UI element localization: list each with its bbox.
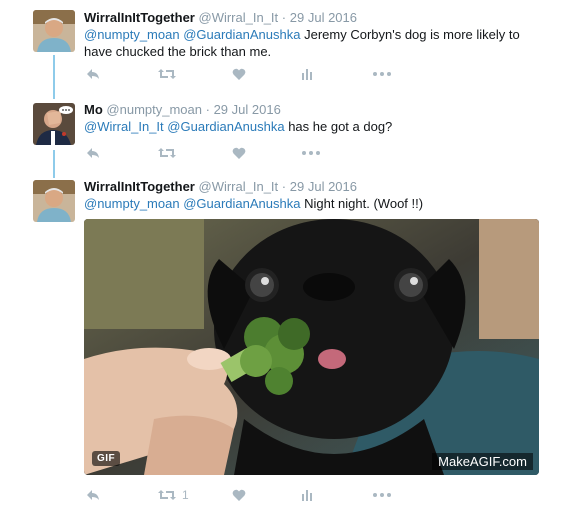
more-dots-icon bbox=[302, 151, 320, 155]
gif-media[interactable]: GIF MakeAGIF.com bbox=[84, 219, 539, 475]
mention-link[interactable]: @numpty_moan bbox=[84, 196, 180, 211]
tweet-text: @numpty_moan @GuardianAnushka Jeremy Cor… bbox=[84, 26, 534, 60]
timestamp[interactable]: 29 Jul 2016 bbox=[290, 179, 357, 194]
username[interactable]: @numpty_moan bbox=[106, 102, 202, 117]
more-button[interactable] bbox=[373, 486, 391, 504]
tweet-text-body: has he got a dog? bbox=[284, 119, 393, 134]
separator: · bbox=[281, 179, 287, 194]
gif-watermark: MakeAGIF.com bbox=[432, 453, 533, 470]
display-name[interactable]: Mo bbox=[84, 102, 103, 117]
separator: · bbox=[205, 102, 210, 117]
mention-link[interactable]: @GuardianAnushka bbox=[183, 27, 300, 42]
avatar[interactable] bbox=[33, 180, 75, 222]
tweet-text-body: Night night. (Woof !!) bbox=[300, 196, 424, 211]
tweet-text-line2: have chucked the brick than me. bbox=[84, 44, 272, 59]
more-button[interactable] bbox=[302, 144, 320, 162]
pug-eating-broccoli-icon bbox=[84, 219, 539, 475]
man-facepalm-avatar-icon bbox=[33, 103, 75, 145]
mention-link[interactable]: @Wirral_In_It bbox=[84, 119, 164, 134]
timestamp[interactable]: 29 Jul 2016 bbox=[214, 102, 281, 117]
tweet-header: WirralInItTogether @Wirral_In_It · 29 Ju… bbox=[84, 10, 357, 26]
heart-icon bbox=[232, 147, 246, 159]
tweet-1[interactable]: WirralInItTogether @Wirral_In_It · 29 Ju… bbox=[0, 0, 573, 90]
tweet-text: @Wirral_In_It @GuardianAnushka has he go… bbox=[84, 118, 534, 135]
man-with-white-hair-avatar-icon bbox=[33, 180, 75, 222]
tweet-actions bbox=[84, 65, 404, 83]
reply-button[interactable] bbox=[86, 486, 100, 504]
analytics-button[interactable] bbox=[302, 65, 314, 83]
heart-icon bbox=[232, 68, 246, 80]
heart-icon bbox=[232, 489, 246, 501]
retweet-icon bbox=[158, 148, 176, 158]
man-with-white-hair-avatar-icon bbox=[33, 10, 75, 52]
retweet-button[interactable] bbox=[158, 144, 176, 162]
tweet-header: WirralInItTogether @Wirral_In_It · 29 Ju… bbox=[84, 179, 357, 195]
mention-link[interactable]: @numpty_moan bbox=[84, 27, 180, 42]
like-button[interactable] bbox=[232, 65, 246, 83]
reply-icon bbox=[87, 490, 99, 500]
bar-chart-icon bbox=[302, 490, 312, 501]
retweet-count: 1 bbox=[182, 488, 189, 502]
timestamp[interactable]: 29 Jul 2016 bbox=[290, 10, 357, 25]
more-button[interactable] bbox=[373, 65, 391, 83]
reply-button[interactable] bbox=[86, 65, 100, 83]
gif-badge: GIF bbox=[92, 451, 121, 466]
tweet-actions: 1 bbox=[84, 486, 404, 504]
display-name[interactable]: WirralInItTogether bbox=[84, 179, 195, 194]
analytics-button[interactable] bbox=[302, 486, 314, 504]
separator: · bbox=[281, 10, 287, 25]
tweet-header: Mo @numpty_moan · 29 Jul 2016 bbox=[84, 102, 281, 118]
bar-chart-icon bbox=[302, 69, 312, 80]
more-dots-icon bbox=[373, 493, 391, 497]
retweet-icon bbox=[158, 69, 176, 79]
reply-icon bbox=[87, 69, 99, 79]
reply-button[interactable] bbox=[86, 144, 100, 162]
reply-icon bbox=[87, 148, 99, 158]
retweet-button[interactable] bbox=[158, 65, 176, 83]
retweet-icon bbox=[158, 490, 176, 500]
like-button[interactable] bbox=[232, 144, 246, 162]
tweet-text-line1: Jeremy Corbyn's dog is more likely to bbox=[300, 27, 520, 42]
username[interactable]: @Wirral_In_It bbox=[199, 10, 279, 25]
display-name[interactable]: WirralInItTogether bbox=[84, 10, 195, 25]
more-dots-icon bbox=[373, 72, 391, 76]
retweet-button[interactable]: 1 bbox=[158, 486, 189, 504]
avatar[interactable] bbox=[33, 10, 75, 52]
tweet-actions bbox=[84, 144, 404, 162]
tweet-text: @numpty_moan @GuardianAnushka Night nigh… bbox=[84, 195, 534, 212]
username[interactable]: @Wirral_In_It bbox=[199, 179, 279, 194]
tweet-2[interactable]: Mo @numpty_moan · 29 Jul 2016 @Wirral_In… bbox=[0, 95, 573, 165]
mention-link[interactable]: @GuardianAnushka bbox=[167, 119, 284, 134]
mention-link[interactable]: @GuardianAnushka bbox=[183, 196, 300, 211]
like-button[interactable] bbox=[232, 486, 246, 504]
avatar[interactable] bbox=[33, 103, 75, 145]
